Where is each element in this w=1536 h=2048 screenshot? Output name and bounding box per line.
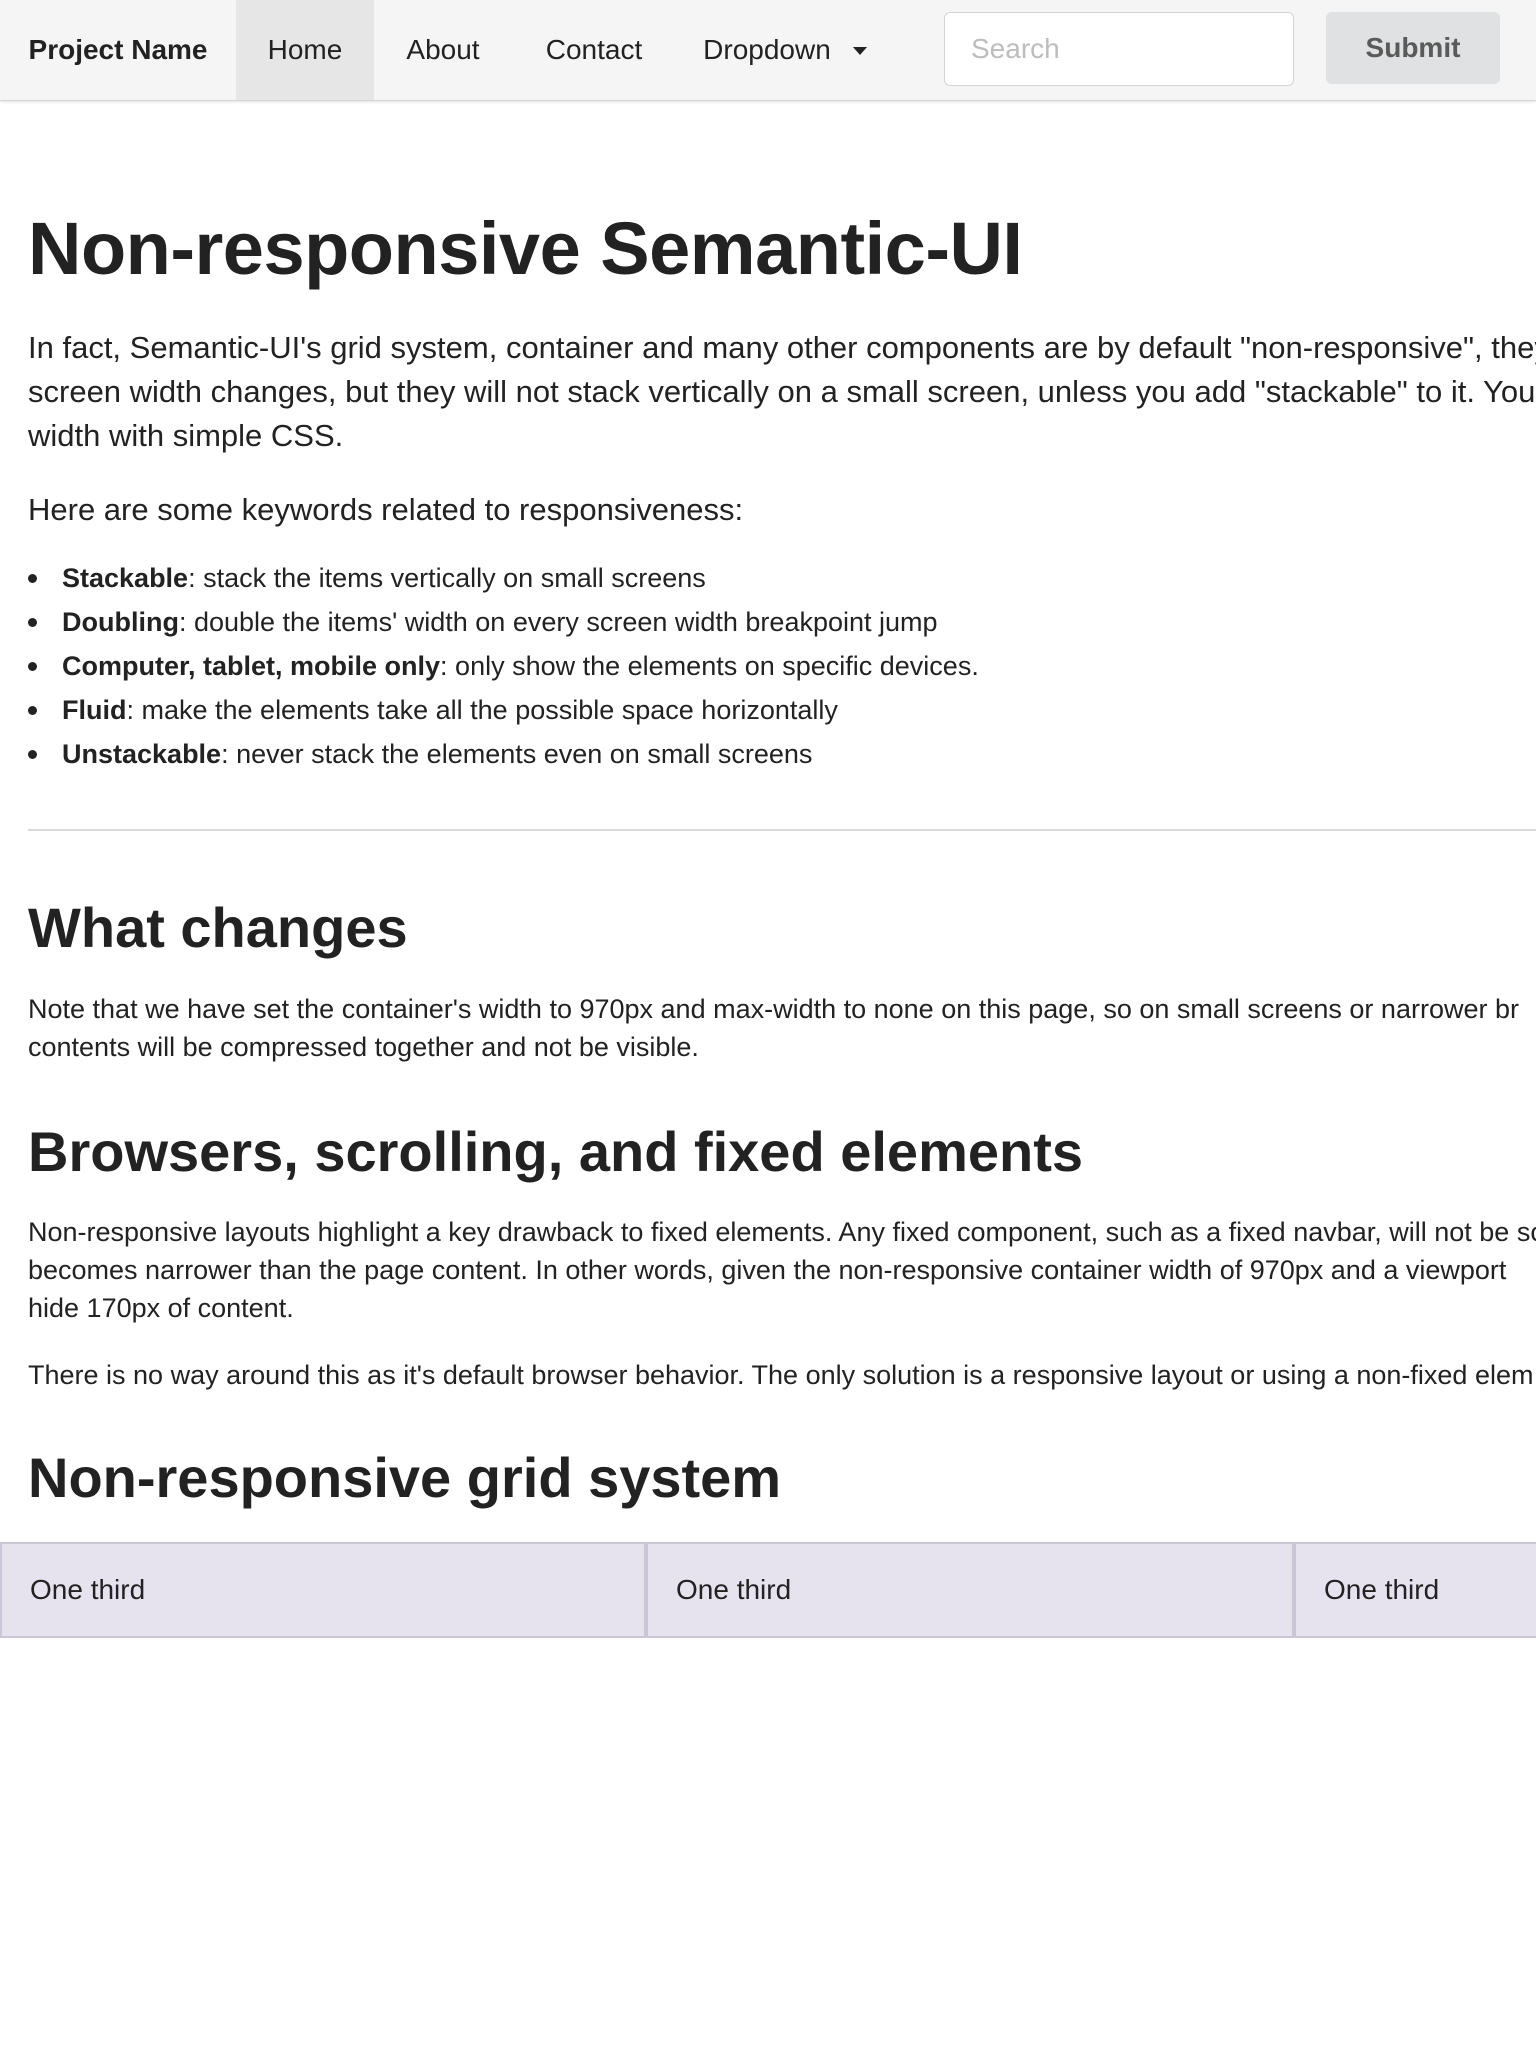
nav-dropdown-label: Dropdown bbox=[703, 34, 831, 65]
nav-item-home[interactable]: Home bbox=[236, 0, 374, 100]
heading-grid-system: Non-responsive grid system bbox=[28, 1446, 782, 1509]
paragraph-line: Note that we have set the container's wi… bbox=[28, 994, 1519, 1024]
keyword-term: Computer, tablet, mobile only bbox=[62, 651, 441, 681]
paragraph-line: becomes narrower than the page content. … bbox=[28, 1255, 1507, 1285]
keyword-term: Fluid bbox=[62, 695, 127, 725]
heading-what-changes: What changes bbox=[28, 896, 408, 959]
paragraph-line: hide 170px of content. bbox=[28, 1293, 294, 1323]
grid-column: One third bbox=[0, 1542, 646, 1638]
keywords-intro: Here are some keywords related to respon… bbox=[28, 492, 744, 527]
keyword-desc: : double the items' width on every scree… bbox=[178, 607, 938, 637]
grid-column: One third bbox=[1294, 1542, 1536, 1638]
nav-item-dropdown[interactable]: Dropdown bbox=[676, 0, 894, 100]
list-item: Computer, tablet, mobile only: only show… bbox=[28, 644, 979, 688]
intro-line: screen width changes, but they will not … bbox=[28, 374, 1536, 409]
list-item: Doubling: double the items' width on eve… bbox=[28, 600, 979, 644]
nav-item-contact[interactable]: Contact bbox=[512, 0, 676, 100]
browsers-paragraph-1: Non-responsive layouts highlight a key d… bbox=[28, 1213, 1536, 1327]
paragraph-line: Non-responsive layouts highlight a key d… bbox=[28, 1217, 1536, 1247]
keyword-list: Stackable: stack the items vertically on… bbox=[28, 556, 979, 776]
paragraph-line: There is no way around this as it's defa… bbox=[28, 1360, 1534, 1390]
intro-paragraph: In fact, Semantic-UI's grid system, cont… bbox=[28, 326, 1536, 458]
grid-row: One third One third One third bbox=[0, 1542, 1536, 1638]
list-item: Stackable: stack the items vertically on… bbox=[28, 556, 979, 600]
submit-button[interactable]: Submit bbox=[1326, 12, 1500, 84]
section-divider bbox=[28, 829, 1536, 831]
caret-down-icon bbox=[852, 47, 867, 55]
list-item: Fluid: make the elements take all the po… bbox=[28, 688, 979, 732]
keyword-term: Unstackable bbox=[62, 739, 222, 769]
what-changes-paragraph: Note that we have set the container's wi… bbox=[28, 990, 1536, 1066]
top-navbar: Project Name Home About Contact Dropdown… bbox=[0, 0, 1536, 101]
keyword-term: Doubling bbox=[62, 607, 179, 637]
brand-link[interactable]: Project Name bbox=[0, 0, 236, 100]
heading-browsers: Browsers, scrolling, and fixed elements bbox=[28, 1120, 1084, 1183]
intro-line: In fact, Semantic-UI's grid system, cont… bbox=[28, 330, 1536, 365]
paragraph-line: contents will be compressed together and… bbox=[28, 1032, 699, 1062]
keyword-desc: : make the elements take all the possibl… bbox=[126, 695, 838, 725]
search-input[interactable] bbox=[944, 12, 1294, 86]
keyword-desc: : stack the items vertically on small sc… bbox=[188, 563, 706, 593]
keyword-desc: : never stack the elements even on small… bbox=[221, 739, 813, 769]
browsers-paragraph-2: There is no way around this as it's defa… bbox=[28, 1356, 1536, 1394]
keyword-desc: : only show the elements on specific dev… bbox=[440, 651, 979, 681]
keyword-term: Stackable bbox=[62, 563, 189, 593]
nav-item-about[interactable]: About bbox=[374, 0, 512, 100]
page-title: Non-responsive Semantic-UI bbox=[28, 207, 1023, 290]
intro-line: width with simple CSS. bbox=[28, 418, 344, 453]
grid-column: One third bbox=[646, 1542, 1294, 1638]
list-item: Unstackable: never stack the elements ev… bbox=[28, 732, 979, 776]
